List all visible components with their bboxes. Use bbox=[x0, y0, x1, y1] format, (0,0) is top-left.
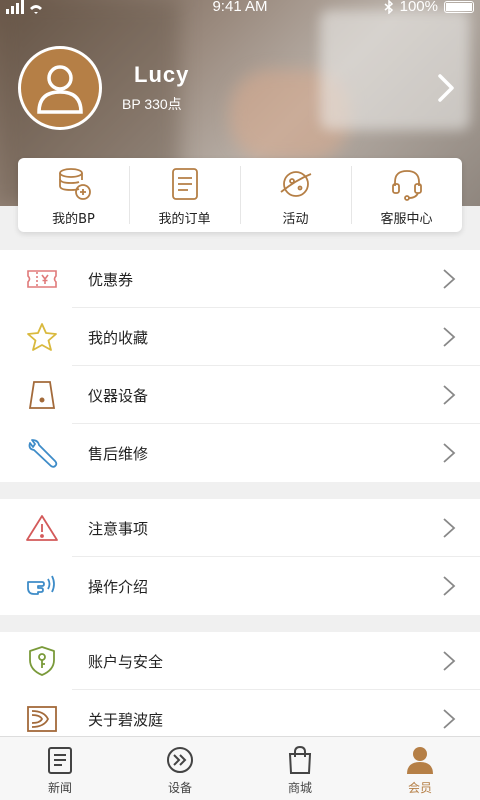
news-icon bbox=[48, 747, 72, 774]
order-list-icon bbox=[171, 168, 198, 200]
tab-member[interactable]: 会员 bbox=[360, 737, 480, 800]
quick-action-label: 活动 bbox=[282, 212, 309, 227]
star-icon bbox=[27, 323, 57, 351]
menu-item-account-security[interactable]: 账户与安全 bbox=[0, 632, 480, 690]
wrench-icon bbox=[28, 439, 58, 468]
tab-label: 设备 bbox=[167, 781, 192, 795]
hand-gesture-icon bbox=[27, 575, 55, 595]
warning-icon bbox=[26, 515, 58, 541]
chevron-right-icon bbox=[443, 576, 456, 596]
username: Lucy bbox=[134, 62, 190, 87]
device-circle-icon bbox=[167, 747, 193, 773]
chevron-right-icon bbox=[443, 651, 456, 671]
menu-item-notes[interactable]: 注意事项 bbox=[0, 499, 480, 557]
menu-item-label: 操作介绍 bbox=[88, 577, 149, 596]
tab-news[interactable]: 新闻 bbox=[0, 737, 120, 800]
menu-item-coupons[interactable]: 优惠券 bbox=[0, 250, 480, 308]
menu-item-label: 关于碧波庭 bbox=[88, 710, 164, 729]
quick-action-label: 我的BP bbox=[52, 212, 95, 227]
chevron-right-icon[interactable] bbox=[432, 72, 460, 104]
points-balance: BP 330点 bbox=[122, 96, 182, 112]
chevron-right-icon bbox=[443, 443, 456, 463]
headset-icon bbox=[391, 170, 422, 201]
coins-icon bbox=[58, 168, 91, 200]
quick-action-support[interactable]: 客服中心 bbox=[351, 158, 462, 232]
tab-devices[interactable]: 设备 bbox=[120, 737, 240, 800]
avatar[interactable] bbox=[18, 46, 102, 130]
tab-mall[interactable]: 商城 bbox=[240, 737, 360, 800]
menu-group-help: 注意事项 操作介绍 bbox=[0, 499, 480, 615]
quick-action-my-orders[interactable]: 我的订单 bbox=[129, 158, 240, 232]
status-bar: 9:41 AM 100% bbox=[0, 0, 480, 18]
member-icon bbox=[407, 747, 433, 774]
chevron-right-icon bbox=[443, 269, 456, 289]
tab-label: 新闻 bbox=[47, 781, 72, 795]
quick-actions-card: 我的BP 我的订单 活动 客服中心 bbox=[18, 158, 462, 232]
battery-icon bbox=[444, 0, 474, 13]
menu-item-after-sales[interactable]: 售后维修 bbox=[0, 424, 480, 482]
planet-icon bbox=[279, 171, 311, 197]
brand-logo-icon bbox=[27, 706, 57, 732]
chevron-right-icon bbox=[443, 327, 456, 347]
coupon-icon bbox=[27, 270, 57, 288]
quick-action-events[interactable]: 活动 bbox=[240, 158, 351, 232]
chevron-right-icon bbox=[443, 518, 456, 538]
bluetooth-icon bbox=[384, 0, 393, 14]
menu-item-label: 我的收藏 bbox=[88, 328, 149, 347]
tab-label: 会员 bbox=[407, 781, 432, 795]
quick-action-my-bp[interactable]: 我的BP bbox=[18, 158, 129, 232]
tab-label: 商城 bbox=[287, 781, 312, 795]
shopping-bag-icon bbox=[288, 745, 312, 774]
menu-item-devices[interactable]: 仪器设备 bbox=[0, 366, 480, 424]
shield-key-icon bbox=[29, 646, 55, 676]
quick-action-label: 客服中心 bbox=[380, 212, 433, 227]
device-icon bbox=[28, 381, 56, 409]
menu-item-favorites[interactable]: 我的收藏 bbox=[0, 308, 480, 366]
menu-group-account: 账户与安全 关于碧波庭 bbox=[0, 632, 480, 748]
chevron-right-icon bbox=[443, 709, 456, 729]
menu-item-operation-guide[interactable]: 操作介绍 bbox=[0, 557, 480, 615]
bottom-tab-bar: 新闻 设备 商城 会员 bbox=[0, 736, 480, 800]
menu-item-label: 仪器设备 bbox=[88, 386, 149, 405]
menu-item-label: 注意事项 bbox=[88, 519, 149, 538]
menu-item-label: 账户与安全 bbox=[88, 652, 164, 671]
chevron-right-icon bbox=[443, 385, 456, 405]
menu-group-main: 优惠券 我的收藏 仪器设备 售后维修 bbox=[0, 250, 480, 482]
battery-percent: 100% bbox=[399, 0, 438, 15]
quick-action-label: 我的订单 bbox=[158, 212, 211, 227]
menu-item-label: 售后维修 bbox=[88, 444, 149, 463]
user-icon bbox=[37, 65, 83, 114]
menu-item-label: 优惠券 bbox=[88, 270, 134, 289]
